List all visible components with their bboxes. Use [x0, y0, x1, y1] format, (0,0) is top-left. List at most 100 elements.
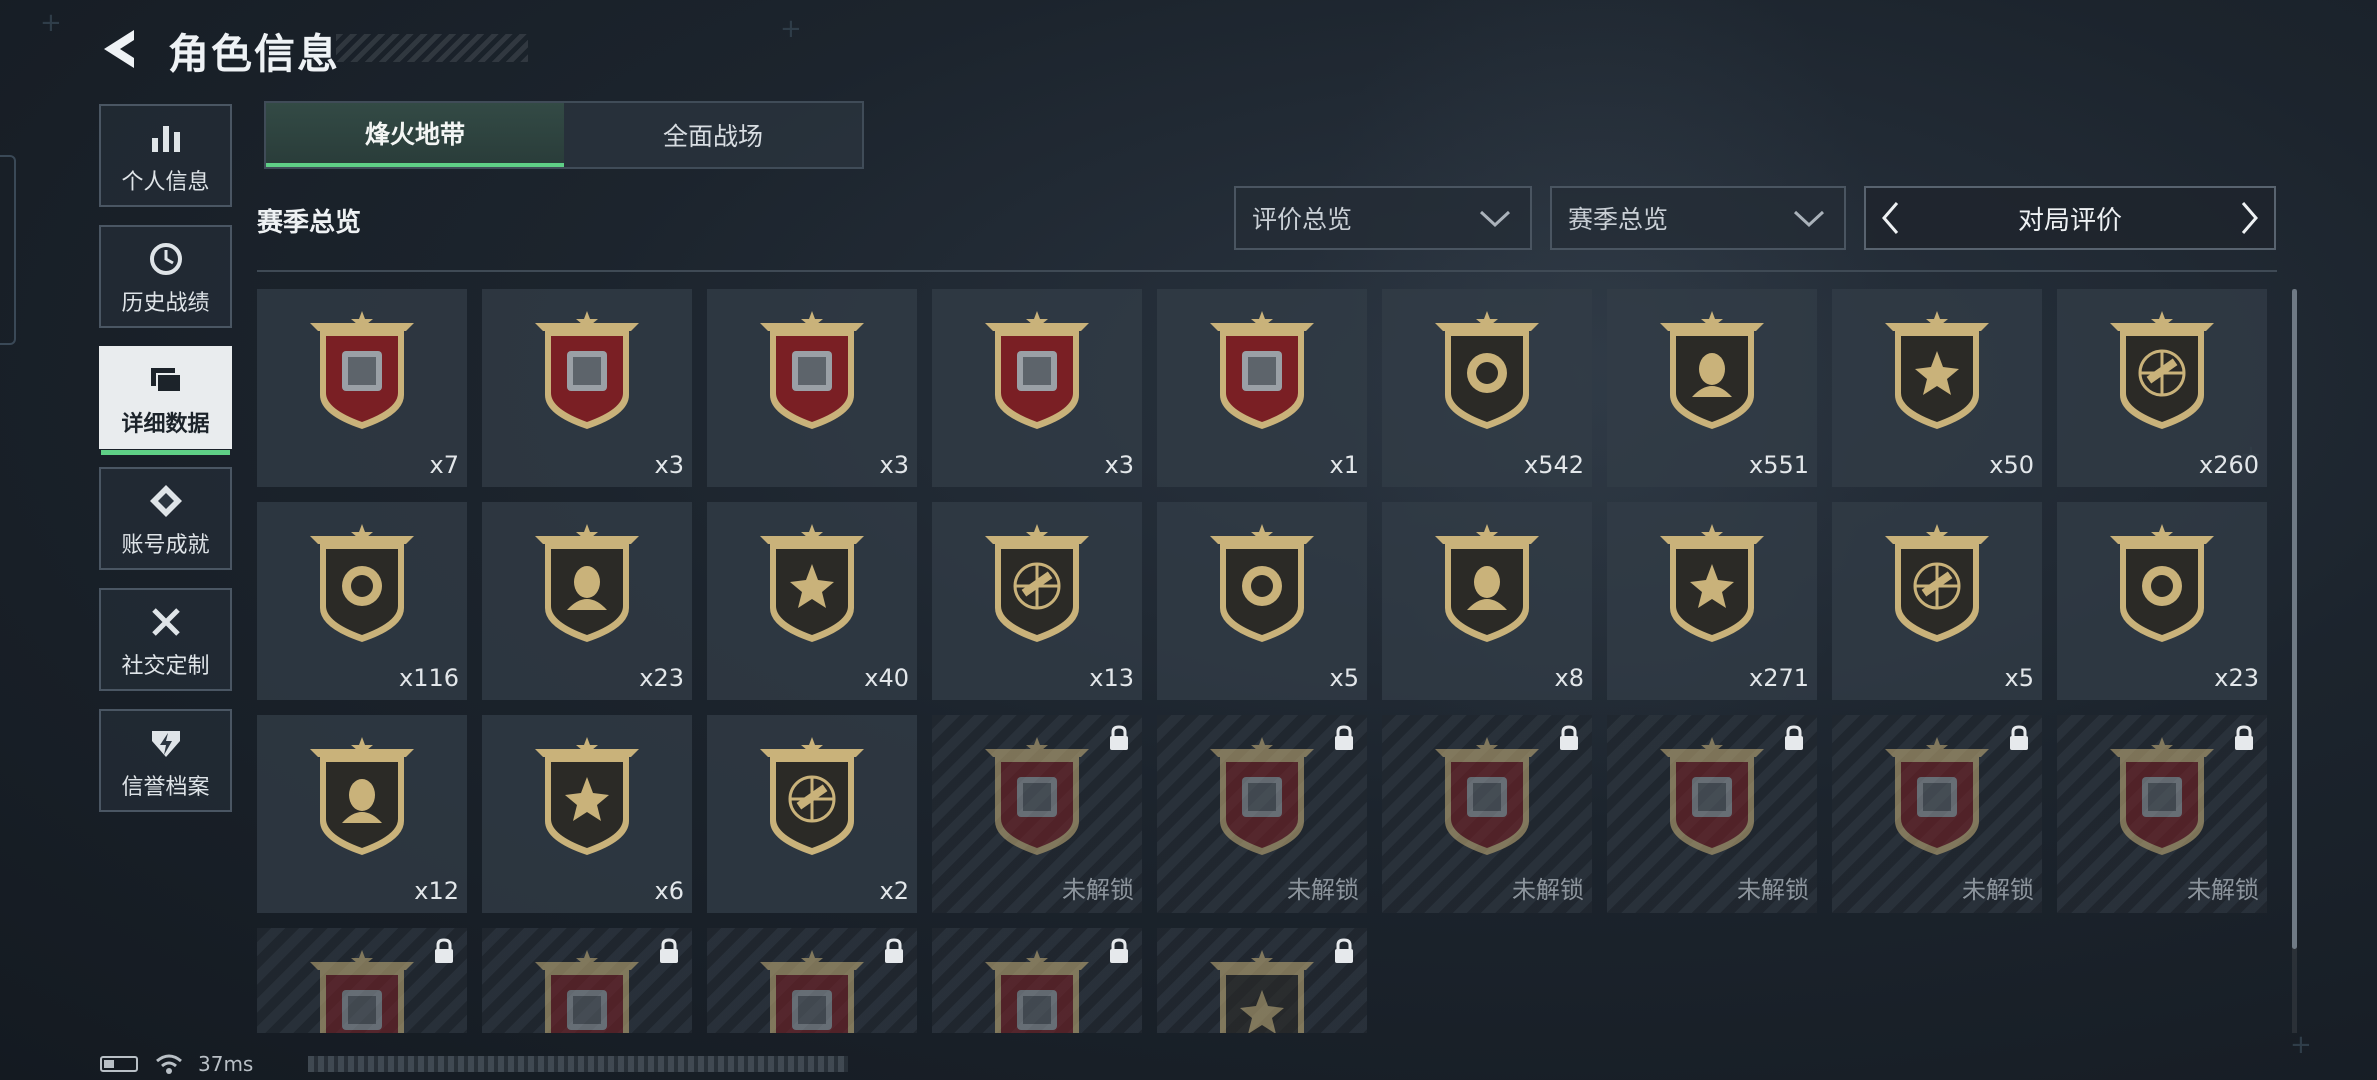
badge-cell[interactable]: 未解锁 — [932, 715, 1142, 913]
page-title: 角色信息 — [168, 30, 340, 78]
title-decoration — [336, 34, 528, 62]
tab-mode-2[interactable]: 全面战场 — [564, 103, 862, 167]
sidebar-item-label: 历史战绩 — [121, 290, 210, 316]
badge-cell[interactable]: x2 — [707, 715, 917, 913]
vehicle-icon — [535, 950, 639, 1033]
chevron-down-icon — [1479, 210, 1511, 228]
season-dropdown-value: 赛季总览 — [1568, 205, 1669, 234]
badge-grid: x7 x3 x3 x3 x1 x542 x551 x50 x260 x116 x23 x40 x13 x5… — [257, 289, 2277, 1033]
badge-cell[interactable]: x8 — [1382, 502, 1592, 700]
metal-plate-icon — [535, 311, 639, 429]
bar-chart-icon — [144, 116, 188, 160]
clock-icon — [144, 237, 188, 281]
sidebar: 个人信息历史战绩详细数据账号成就社交定制信誉档案 — [99, 104, 236, 830]
badge-count: x12 — [414, 877, 459, 905]
badge-count: 未解锁 — [1512, 876, 1584, 904]
sidebar-item-label: 个人信息 — [121, 169, 210, 195]
machine-icon — [2110, 737, 2214, 855]
scrollbar-thumb[interactable] — [2292, 289, 2297, 949]
tools-icon — [144, 600, 188, 644]
sidebar-item-label: 账号成就 — [121, 532, 210, 558]
badge-cell[interactable]: x6 — [482, 715, 692, 913]
edge-handle[interactable] — [0, 155, 16, 345]
pistol-crosshair-icon — [1435, 524, 1539, 642]
rating-dropdown[interactable]: 评价总览 — [1234, 186, 1532, 250]
smg-crosshair-icon — [310, 524, 414, 642]
badge-cell[interactable]: x23 — [482, 502, 692, 700]
badge-cell[interactable]: x3 — [482, 289, 692, 487]
sidebar-item-3[interactable]: 详细数据 — [99, 346, 232, 455]
folders-icon — [144, 358, 188, 402]
badge-cell[interactable]: x3 — [932, 289, 1142, 487]
badge-cell[interactable]: x271 — [1607, 502, 1817, 700]
sidebar-item-6[interactable]: 信誉档案 — [99, 709, 232, 812]
badge-cell[interactable]: x116 — [257, 502, 467, 700]
badge-cell[interactable]: x50 — [1832, 289, 2042, 487]
badge-cell[interactable]: x23 — [2057, 502, 2267, 700]
pager-next-button[interactable] — [2224, 188, 2274, 248]
badge-cell[interactable] — [932, 928, 1142, 1033]
header-divider — [257, 270, 2277, 272]
badge-cell[interactable]: x40 — [707, 502, 917, 700]
badge-count: x40 — [864, 664, 909, 692]
laurel-emblem-icon — [1660, 311, 1764, 429]
badge-cell[interactable] — [707, 928, 917, 1033]
badge-cell[interactable]: x5 — [1157, 502, 1367, 700]
badge-cell[interactable]: x3 — [707, 289, 917, 487]
lock-icon — [435, 938, 453, 963]
badge-cell[interactable]: 未解锁 — [1382, 715, 1592, 913]
chessboard-icon — [310, 950, 414, 1033]
skull-burst-icon — [1435, 311, 1539, 429]
sidebar-item-1[interactable]: 个人信息 — [99, 104, 232, 207]
sidebar-item-5[interactable]: 社交定制 — [99, 588, 232, 691]
back-button[interactable] — [98, 26, 144, 72]
badge-cell[interactable]: 未解锁 — [1157, 715, 1367, 913]
sidebar-item-2[interactable]: 历史战绩 — [99, 225, 232, 328]
pager-prev-button[interactable] — [1866, 188, 1916, 248]
badge-cell[interactable] — [257, 928, 467, 1033]
sidebar-item-label: 详细数据 — [121, 411, 210, 437]
badge-count: x5 — [2004, 664, 2034, 692]
badge-cell[interactable]: x542 — [1382, 289, 1592, 487]
circuit-board-icon — [760, 311, 864, 429]
server-rack-icon — [1885, 737, 1989, 855]
badge-cell[interactable]: 未解锁 — [2057, 715, 2267, 913]
badge-count: x271 — [1748, 664, 1809, 692]
ping-value: 37ms — [198, 1052, 254, 1076]
lock-icon — [1560, 725, 1578, 750]
operator-hood-icon — [2110, 524, 2214, 642]
badge-count: 未解锁 — [1962, 876, 2034, 904]
badge-cell[interactable]: 未解锁 — [1832, 715, 2042, 913]
marksman-crosshair-icon — [985, 524, 1089, 642]
operator-target-icon — [535, 737, 639, 855]
battery-icon — [100, 1056, 138, 1072]
operator-beret-icon — [1885, 524, 1989, 642]
badge-cell[interactable]: 未解锁 — [1607, 715, 1817, 913]
operator-mask-icon — [760, 737, 864, 855]
badge-count: 未解锁 — [1062, 876, 1134, 904]
badge-cell[interactable]: x12 — [257, 715, 467, 913]
badge-count: x2 — [879, 877, 909, 905]
lantern-icon — [985, 311, 1089, 429]
jeweled-egg-icon — [1210, 311, 1314, 429]
badge-count: 未解锁 — [1287, 876, 1359, 904]
badge-count: 未解锁 — [2187, 876, 2259, 904]
badge-cell[interactable] — [482, 928, 692, 1033]
rating-dropdown-value: 评价总览 — [1252, 205, 1353, 234]
badge-cell[interactable] — [1157, 928, 1367, 1033]
badge-cell[interactable]: x551 — [1607, 289, 1817, 487]
badge-count: x13 — [1089, 664, 1134, 692]
sidebar-item-4[interactable]: 账号成就 — [99, 467, 232, 570]
lock-icon — [1110, 938, 1128, 963]
badge-count: x7 — [429, 451, 459, 479]
badge-cell[interactable]: x260 — [2057, 289, 2267, 487]
status-bar: 37ms — [100, 1052, 253, 1076]
badge-cell[interactable]: x5 — [1832, 502, 2042, 700]
badge-cell[interactable]: x1 — [1157, 289, 1367, 487]
badge-count: x260 — [2198, 451, 2259, 479]
tab-mode-1[interactable]: 烽火地带 — [266, 103, 564, 167]
tank-icon — [310, 311, 414, 429]
season-dropdown[interactable]: 赛季总览 — [1550, 186, 1846, 250]
badge-cell[interactable]: x13 — [932, 502, 1142, 700]
badge-cell[interactable]: x7 — [257, 289, 467, 487]
